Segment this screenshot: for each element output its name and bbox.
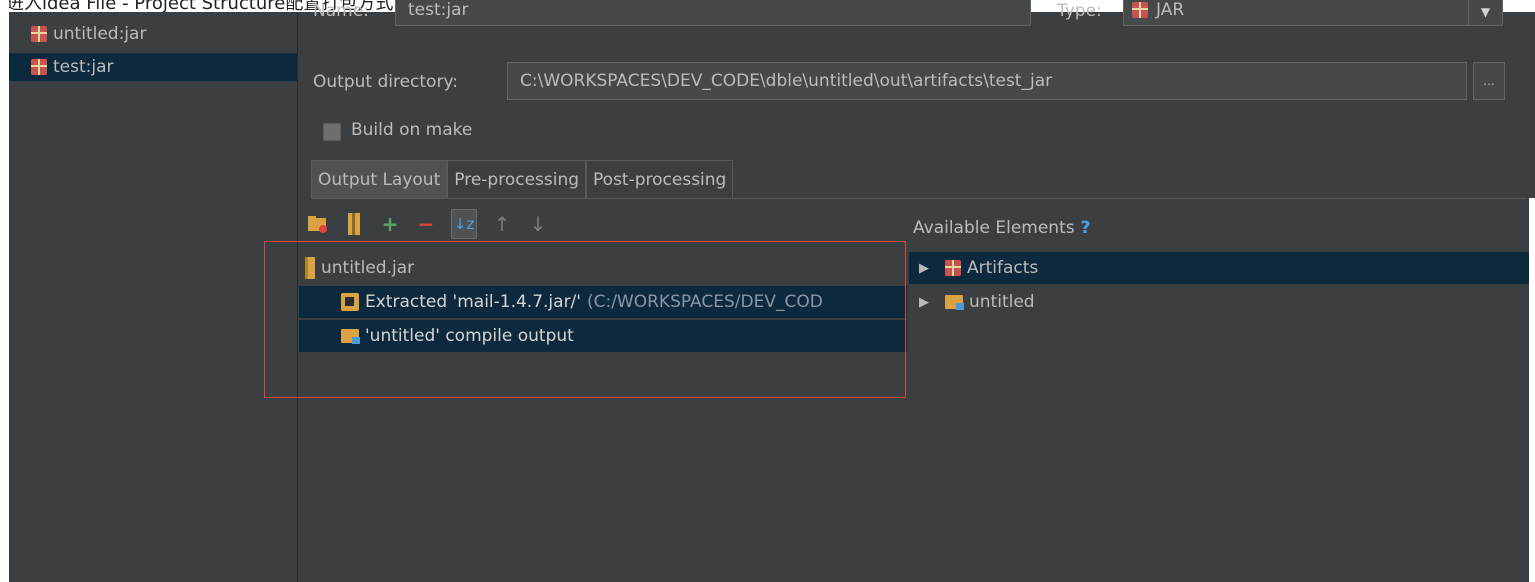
available-elements-title: Available Elements bbox=[913, 218, 1075, 238]
expand-arrow-icon[interactable]: ▶ bbox=[919, 295, 939, 310]
type-dropdown-value: JAR bbox=[1156, 0, 1185, 20]
left-edge bbox=[0, 0, 9, 582]
sidebar-item-label: test:jar bbox=[53, 57, 114, 77]
tab-label: Post-processing bbox=[593, 169, 727, 190]
remove-icon[interactable]: − bbox=[415, 212, 437, 236]
browse-button[interactable]: ... bbox=[1473, 62, 1505, 100]
type-dropdown[interactable]: JAR ▼ bbox=[1123, 0, 1503, 26]
move-up-icon[interactable]: ↑ bbox=[491, 212, 513, 236]
tab-divider bbox=[311, 198, 1527, 199]
sort-icon[interactable]: ↓z bbox=[451, 209, 477, 239]
name-label: Name: bbox=[313, 1, 369, 21]
module-folder-icon bbox=[945, 295, 964, 310]
tab-label: Pre-processing bbox=[454, 169, 580, 190]
available-item-label: untitled bbox=[969, 292, 1035, 312]
sidebar-item-label: untitled:jar bbox=[53, 24, 147, 44]
build-on-make-label: Build on make bbox=[351, 120, 473, 140]
add-icon[interactable]: + bbox=[379, 212, 401, 236]
tab-post-processing[interactable]: Post-processing bbox=[586, 160, 734, 198]
artifacts-sidebar: untitled:jar test:jar bbox=[9, 12, 298, 582]
available-item-artifacts[interactable]: ▶ Artifacts bbox=[909, 252, 1535, 284]
available-item-label: Artifacts bbox=[967, 258, 1039, 278]
available-item-untitled[interactable]: ▶ untitled bbox=[909, 286, 1535, 318]
sidebar-item-untitled-jar[interactable]: untitled:jar bbox=[9, 20, 297, 48]
name-input[interactable]: test:jar bbox=[395, 0, 1031, 26]
output-layout-toolbar: + − ↓z ↑ ↓ bbox=[307, 208, 549, 240]
tab-label: Output Layout bbox=[318, 169, 441, 190]
new-folder-icon[interactable] bbox=[307, 213, 329, 235]
highlight-box bbox=[264, 241, 906, 398]
artifact-icon bbox=[1132, 2, 1148, 18]
available-elements-header: Available Elements? bbox=[913, 218, 1090, 238]
help-icon[interactable]: ? bbox=[1081, 218, 1091, 238]
artifact-icon bbox=[31, 26, 47, 42]
tab-output-layout[interactable]: Output Layout bbox=[311, 160, 448, 198]
artifact-icon bbox=[31, 59, 47, 75]
output-directory-label: Output directory: bbox=[313, 72, 458, 92]
layout-tabs: Output Layout Pre-processing Post-proces… bbox=[311, 160, 734, 198]
tab-pre-processing[interactable]: Pre-processing bbox=[447, 160, 587, 198]
name-input-value: test:jar bbox=[408, 0, 469, 20]
right-edge bbox=[1529, 198, 1535, 582]
output-directory-value: C:\WORKSPACES\DEV_CODE\dble\untitled\out… bbox=[520, 71, 1053, 91]
archive-icon[interactable] bbox=[343, 213, 365, 235]
build-on-make-checkbox[interactable] bbox=[323, 123, 341, 141]
chevron-down-icon[interactable]: ▼ bbox=[1468, 0, 1502, 25]
type-label: Type: bbox=[1057, 1, 1102, 21]
artifact-icon bbox=[945, 260, 961, 276]
browse-button-label: ... bbox=[1483, 74, 1495, 88]
sidebar-item-test-jar[interactable]: test:jar bbox=[9, 53, 297, 81]
move-down-icon[interactable]: ↓ bbox=[527, 212, 549, 236]
expand-arrow-icon[interactable]: ▶ bbox=[919, 261, 939, 276]
output-directory-input[interactable]: C:\WORKSPACES\DEV_CODE\dble\untitled\out… bbox=[507, 62, 1467, 100]
